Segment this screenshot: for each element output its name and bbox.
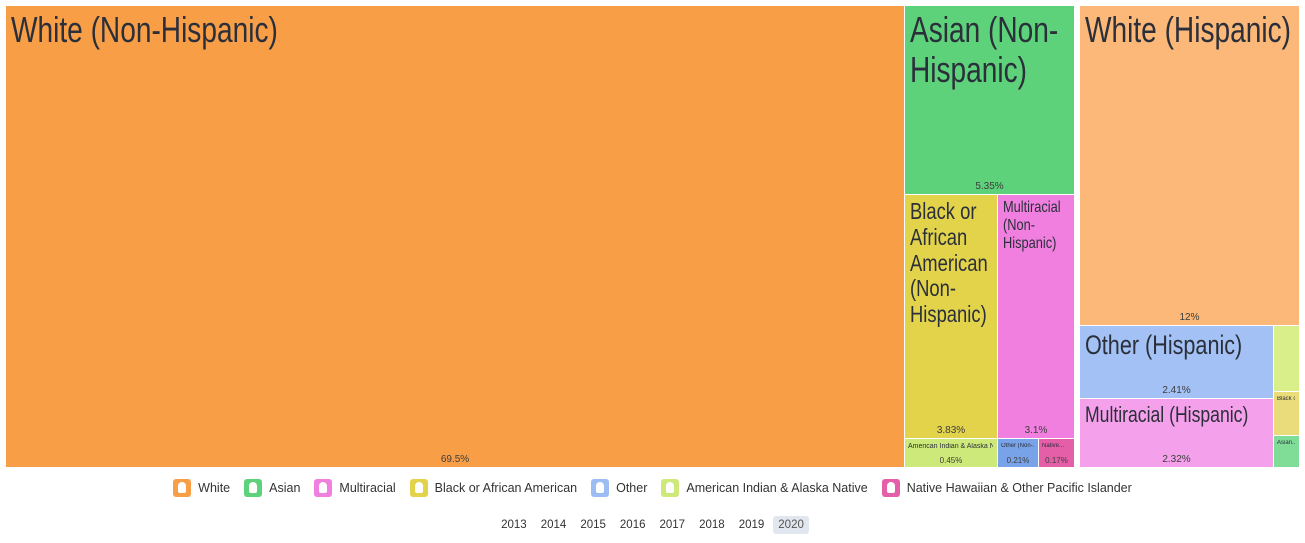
year-button-2017[interactable]: 2017 [655, 516, 691, 534]
treemap-tile-black-or[interactable]: Black or... [1274, 392, 1299, 435]
tile-label: American Indian & Alaska Native... [908, 443, 993, 450]
legend-swatch-icon [881, 479, 900, 497]
legend-label: Asian [269, 481, 301, 495]
legend-swatch-icon [591, 479, 610, 497]
tile-label: Native... [1042, 443, 1065, 449]
legend-label: American Indian & Alaska Native [686, 481, 868, 495]
tile-value: 0.21% [1006, 456, 1030, 465]
legend-swatch-icon [409, 479, 428, 497]
year-button-2018[interactable]: 2018 [694, 516, 730, 534]
treemap-chart: White (Non-Hispanic) 69.5% Asian (Non-Hisp… [0, 0, 1305, 470]
year-button-2020[interactable]: 2020 [773, 516, 809, 534]
tile-label: Other (Hispanic) [1085, 330, 1243, 360]
treemap-tile-asian[interactable]: Asian... [1274, 436, 1299, 467]
treemap-tile-asian-non-hispanic[interactable]: Asian (Non-Hispanic) 5.35% [905, 6, 1074, 194]
tile-label: Asian... [1277, 440, 1295, 446]
legend-item-white[interactable]: White [173, 479, 230, 497]
tile-value: 69.5% [440, 454, 470, 465]
tile-value: 2.41% [1162, 385, 1191, 396]
tile-label: Multiracial (Non-Hispanic) [1003, 199, 1061, 252]
tile-label: White (Non-Hispanic) [11, 9, 278, 50]
year-button-2015[interactable]: 2015 [575, 516, 611, 534]
tile-label: White (Hispanic) [1085, 9, 1291, 50]
tile-value: 2.32% [1162, 454, 1191, 465]
legend-item-multiracial[interactable]: Multiracial [314, 479, 396, 497]
tile-label: Asian (Non-Hispanic) [910, 9, 1059, 91]
legend-item-american-indian-alaska-native[interactable]: American Indian & Alaska Native [661, 479, 868, 497]
treemap-tile-other-non[interactable]: Other (Non-... 0.21% [998, 439, 1038, 467]
tile-label: Black or African American (Non-Hispanic) [910, 198, 988, 327]
year-button-2016[interactable]: 2016 [615, 516, 651, 534]
year-selector: 2013 2014 2015 2016 2017 2018 2019 2020 [0, 514, 1305, 536]
tile-value: 3.83% [936, 425, 966, 436]
legend-item-native-hawaiian-other-pacific-islander[interactable]: Native Hawaiian & Other Pacific Islander [881, 479, 1132, 497]
treemap-tile-multiracial-non-hispanic[interactable]: Multiracial (Non-Hispanic) 3.1% [998, 195, 1074, 438]
year-button-2013[interactable]: 2013 [496, 516, 532, 534]
treemap-tile-black-or-african-american-non-hispanic[interactable]: Black or African American (Non-Hispanic)… [905, 195, 997, 438]
legend-swatch-icon [314, 479, 333, 497]
treemap-tile-white-hispanic[interactable]: White (Hispanic) 12% [1080, 6, 1299, 325]
legend-swatch-icon [661, 479, 680, 497]
legend-label: Multiracial [339, 481, 396, 495]
legend-label: Native Hawaiian & Other Pacific Islander [906, 481, 1132, 495]
year-button-2014[interactable]: 2014 [536, 516, 572, 534]
treemap-tile-american-indian-alaska-native[interactable]: American Indian & Alaska Native... 0.45% [905, 439, 997, 467]
tile-value: 3.1% [1024, 425, 1048, 436]
tile-value: 0.17% [1045, 456, 1068, 465]
treemap-tile-american-indian-alaska-native[interactable] [1274, 326, 1299, 391]
treemap-tile-white-non-hispanic[interactable]: White (Non-Hispanic) 69.5% [6, 6, 904, 467]
legend-item-other[interactable]: Other [591, 479, 647, 497]
legend-swatch-icon [244, 479, 263, 497]
treemap-tile-other-hispanic[interactable]: Other (Hispanic) 2.41% [1080, 326, 1273, 398]
legend-label: Other [616, 481, 648, 495]
legend-label: Black or African American [434, 481, 578, 495]
legend-label: White [198, 481, 231, 495]
tile-value: 12% [1179, 312, 1200, 323]
year-button-2019[interactable]: 2019 [734, 516, 770, 534]
legend: White Asian Multiracial Black or African Am… [0, 477, 1305, 499]
legend-swatch-icon [173, 479, 192, 497]
treemap-tile-native[interactable]: Native... 0.17% [1039, 439, 1074, 467]
tile-label: Multiracial (Hispanic) [1085, 402, 1249, 427]
tile-value: 5.35% [975, 181, 1004, 192]
tile-label: Black or... [1277, 396, 1295, 402]
treemap-tile-multiracial-hispanic[interactable]: Multiracial (Hispanic) 2.32% [1080, 399, 1273, 467]
legend-item-black-or-african-american[interactable]: Black or African American [409, 479, 578, 497]
tile-value: 0.45% [939, 456, 963, 465]
legend-item-asian[interactable]: Asian [244, 479, 300, 497]
tile-label: Other (Non-... [1001, 443, 1034, 449]
